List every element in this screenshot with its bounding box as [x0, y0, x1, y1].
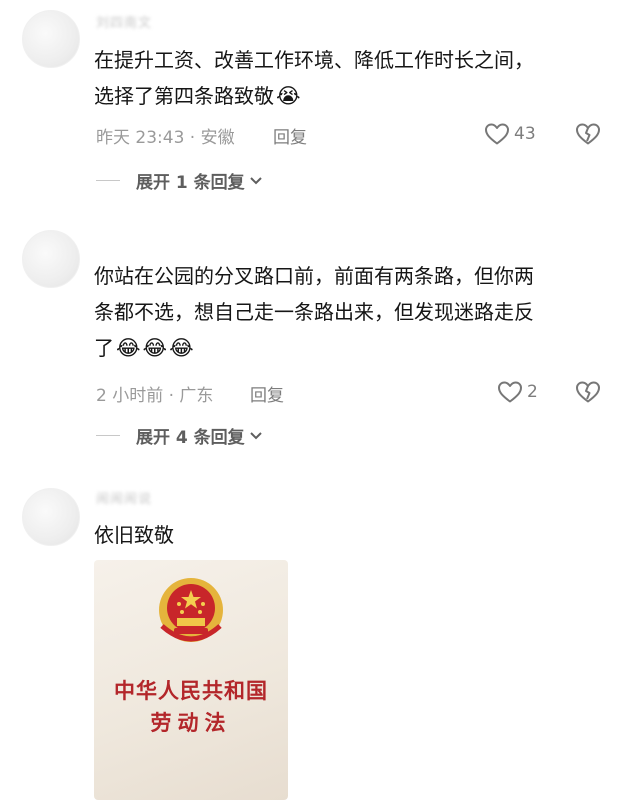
broken-heart-icon[interactable]	[575, 380, 601, 404]
like-button[interactable]: 43	[484, 122, 536, 146]
comment-line: 在提升工资、改善工作环境、降低工作时长之间，	[94, 48, 534, 72]
like-count: 43	[514, 124, 536, 144]
expand-replies-button[interactable]: 展开 1 条回复	[96, 168, 263, 193]
username[interactable]: 刘四南文	[96, 12, 152, 31]
comment-line: 依旧致敬	[94, 523, 174, 547]
time-location: 2 小时前 · 广东	[96, 386, 214, 406]
emoji-icon: 😭	[276, 84, 301, 108]
emoji-icon: 😂	[116, 336, 141, 360]
book-title-line-1: 中华人民共和国	[114, 678, 268, 703]
expand-replies-label: 展开 4 条回复	[136, 428, 245, 448]
comment-line: 条都不选，想自己走一条路出来，但发现迷路走反	[94, 300, 534, 324]
avatar[interactable]	[22, 230, 80, 288]
time-location: 昨天 23:43 · 安徽	[96, 128, 235, 148]
reply-button[interactable]: 回复	[250, 381, 284, 406]
avatar[interactable]	[22, 10, 80, 68]
comment-line: 你站在公园的分叉路口前，前面有两条路，但你两	[94, 264, 534, 288]
divider	[96, 180, 120, 181]
comment-text: 在提升工资、改善工作环境、降低工作时长之间， 选择了第四条路致敬😭	[94, 42, 534, 114]
book-title-line-2: 劳动法	[150, 710, 232, 735]
comment-text: 你站在公园的分叉路口前，前面有两条路，但你两 条都不选，想自己走一条路出来，但发…	[94, 258, 534, 366]
chevron-down-icon	[249, 431, 262, 439]
comment-line-with-emoji: 选择了第四条路致敬😭	[94, 78, 534, 114]
expand-replies-label: 展开 1 条回复	[136, 173, 245, 193]
divider	[96, 435, 120, 436]
attached-image-book-cover[interactable]: 中华人民共和国 劳动法	[94, 560, 288, 800]
national-emblem-icon	[159, 578, 223, 642]
comment-line: 了	[94, 336, 114, 360]
emoji-icon: 😂	[169, 336, 194, 360]
username[interactable]: 闹闹闹说	[96, 488, 152, 507]
broken-heart-icon[interactable]	[575, 122, 601, 146]
emoji-icon: 😂	[142, 336, 168, 360]
expand-replies-button[interactable]: 展开 4 条回复	[96, 423, 263, 448]
heart-outline-icon	[498, 381, 522, 403]
comment-line-with-emoji: 了😂😂😂	[94, 330, 534, 366]
like-button[interactable]: 2	[497, 380, 538, 404]
chevron-down-icon	[249, 176, 262, 184]
comment-line: 选择了第四条路致敬	[94, 84, 274, 108]
like-count: 2	[527, 382, 538, 402]
comment-text: 依旧致敬	[94, 517, 174, 553]
avatar[interactable]	[22, 488, 80, 546]
reply-button[interactable]: 回复	[273, 123, 307, 148]
heart-outline-icon	[485, 123, 509, 145]
